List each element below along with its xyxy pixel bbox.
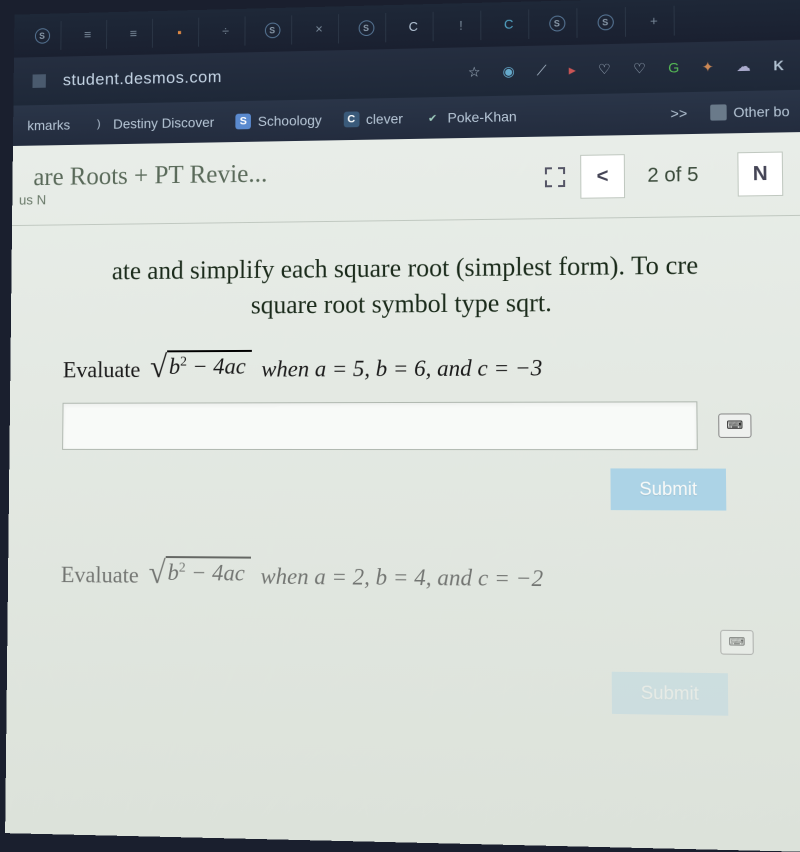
tab-icon: ! [459,18,463,33]
problem-prompt: Evaluate √ b2 − 4ac when a = 5, b = 6, a… [63,347,751,383]
browser-tab[interactable]: S [537,8,577,39]
tab-icon: ▪ [177,25,182,40]
g-icon[interactable]: G [668,59,679,75]
bookmark-label: Other bo [733,103,789,120]
problem-2: Evaluate √ b2 − 4ac when a = 2, b = 4, a… [8,547,800,594]
other-bookmarks[interactable]: Other bo [710,103,790,121]
when-values: when a = 2, b = 4, and c = −2 [260,563,543,591]
menu-icon: ≡ [84,27,91,42]
answer-row-1: ⌨ [9,380,800,460]
browser-tab[interactable]: C [394,11,434,41]
tab-icon: S [264,22,280,38]
gear-icon[interactable]: ✦ [702,58,714,75]
submit-button-1[interactable]: Submit [610,468,726,510]
menu-icon: ≡ [130,26,137,41]
bookmark-destiny-discover[interactable]: ) Destiny Discover [91,114,214,132]
browser-tab[interactable]: ≡ [115,18,153,48]
cloud-icon[interactable]: ☁ [736,57,751,74]
heart-icon[interactable]: ♡ [598,60,611,77]
evaluate-label: Evaluate [63,357,141,383]
activity-title: are Roots + PT Revie... [33,159,267,192]
when-values: when a = 5, b = 6, and c = −3 [261,355,542,382]
keyboard-icon: ⌨ [729,635,746,649]
tab-icon: S [549,15,565,31]
tab-icon: ÷ [222,24,229,39]
browser-tab[interactable]: ÷ [207,16,246,46]
sqrt-icon: √ [150,350,167,382]
prev-button[interactable]: < [580,154,625,199]
tab-icon: S [597,14,613,30]
keyboard-icon: ⌨ [727,419,744,432]
instruction-text: ate and simplify each square root (simpl… [11,216,800,343]
activity-header: are Roots + PT Revie... us N < 2 of 5 N [12,132,800,226]
schoology-icon: S [235,114,251,130]
star-icon[interactable]: ☆ [468,63,481,80]
browser-tab[interactable]: ≡ [69,19,107,49]
browser-tab[interactable]: S [347,13,386,43]
close-icon: × [315,21,322,36]
chevron-left-icon: < [597,165,609,188]
heart-icon[interactable]: ♡ [633,60,646,77]
browser-tab[interactable]: S [23,21,61,51]
tab-icon: S [358,20,374,36]
plus-icon: + [650,13,658,28]
bookmark-label: Poke-Khan [448,108,517,125]
site-security-icon[interactable] [32,74,45,88]
radical-expression: √ b2 − 4ac [150,350,252,382]
keyboard-button[interactable]: ⌨ [718,413,751,438]
problem-1: Evaluate √ b2 − 4ac when a = 5, b = 6, a… [10,339,800,384]
submit-row-2: Submit [6,656,800,749]
keyboard-button[interactable]: ⌨ [720,630,754,655]
next-button[interactable]: N [737,152,783,197]
browser-tab[interactable]: C [489,9,529,39]
main-window: are Roots + PT Revie... us N < 2 of 5 N … [5,132,800,852]
browser-tab[interactable]: S [253,15,292,45]
bookmarks-overflow[interactable]: >> [670,105,687,121]
submit-row-1: Submit [8,459,800,541]
bookmark-clever[interactable]: C clever [343,111,403,128]
sqrt-icon: √ [148,556,165,588]
bookmarks-label: kmarks [27,117,70,133]
radicand: b2 − 4ac [167,350,252,380]
bookmark-schoology[interactable]: S Schoology [235,112,321,129]
bookmark-pokekhan[interactable]: ✔ Poke-Khan [425,108,517,126]
folder-icon [710,104,727,120]
cast-icon[interactable]: ⟋ [537,62,547,79]
new-tab[interactable]: + [634,5,675,36]
k-icon[interactable]: K [773,57,784,73]
radicand: b2 − 4ac [166,556,251,587]
evaluate-label: Evaluate [61,562,139,588]
submit-button-2[interactable]: Submit [612,671,729,715]
browser-tab[interactable]: ! [442,10,482,40]
clever-icon: C [343,111,359,127]
answer-row-2: ⌨ [7,587,800,666]
screen-nav: < 2 of 5 N [580,152,783,199]
flag-icon[interactable]: ▸ [569,61,576,78]
bookmark-label: clever [366,111,403,127]
screen-counter: 2 of 5 [625,163,721,188]
browser-tab[interactable]: S [585,7,626,38]
tab-icon: C [409,19,418,34]
url-text[interactable]: student.desmos.com [63,67,222,90]
browser-tab[interactable]: × [300,14,339,44]
bookmark-label: Destiny Discover [113,114,214,131]
fullscreen-button[interactable] [545,167,567,187]
answer-input-1[interactable] [62,401,698,450]
url-actions: ☆ ◉ ⟋ ▸ ♡ ♡ G ✦ ☁ K [468,57,784,81]
extension-icon[interactable]: ◉ [502,62,514,79]
bookmark-label: Schoology [258,112,322,129]
browser-tab[interactable]: ▪ [161,17,200,47]
tab-icon: C [504,17,513,32]
tab-icon: S [34,28,49,44]
next-label: N [753,162,768,185]
bookmark-icon: ) [91,116,106,132]
check-icon: ✔ [425,110,441,126]
radical-expression: √ b2 − 4ac [148,556,250,589]
